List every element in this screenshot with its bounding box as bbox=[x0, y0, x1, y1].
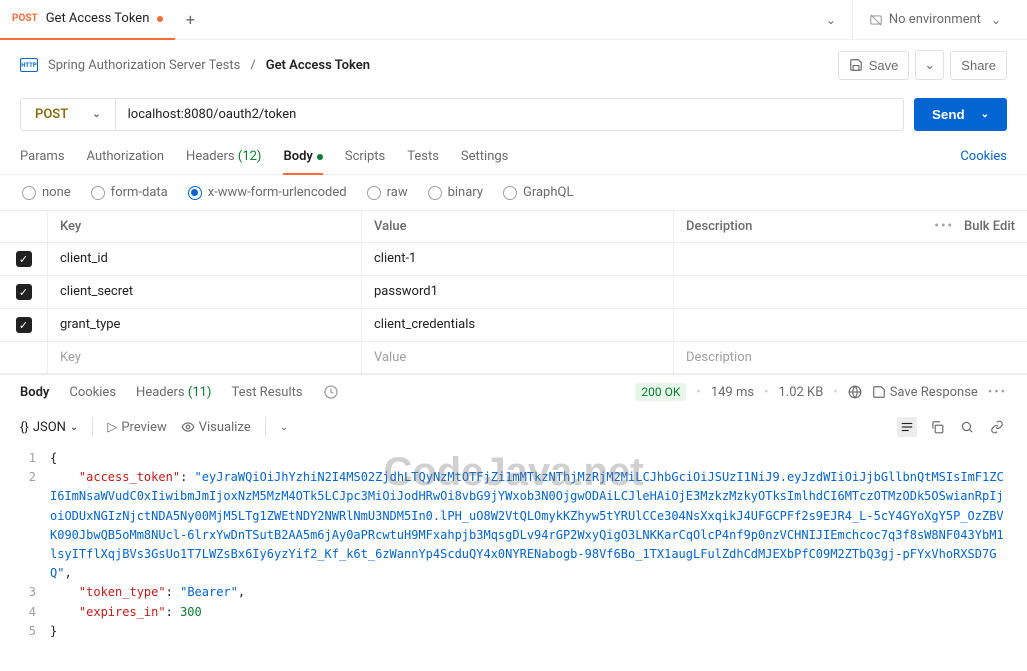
tab-settings[interactable]: Settings bbox=[461, 139, 508, 174]
unsaved-dot-icon bbox=[157, 16, 163, 22]
preview-button[interactable]: ▷Preview bbox=[107, 420, 166, 435]
description-input[interactable] bbox=[674, 276, 1027, 308]
body-type-selector: none form-data x-www-form-urlencoded raw… bbox=[0, 175, 1027, 210]
table-row: ✓ client_id client-1 bbox=[0, 243, 1027, 276]
table-header-row: Key Value Description •••Bulk Edit bbox=[0, 211, 1027, 243]
search-icon[interactable] bbox=[957, 417, 977, 437]
request-url-row: POST ⌄ localhost:8080/oauth2/token Send … bbox=[0, 90, 1027, 139]
key-input[interactable]: client_secret bbox=[48, 276, 362, 308]
method-label: POST bbox=[35, 107, 68, 122]
breadcrumb-collection[interactable]: Spring Authorization Server Tests bbox=[48, 58, 240, 73]
response-meta: 200 OK • 149 ms • 1.02 KB • Save Respons… bbox=[635, 383, 1007, 401]
body-type-form-data[interactable]: form-data bbox=[91, 185, 168, 200]
copy-icon[interactable] bbox=[927, 417, 947, 437]
link-icon[interactable] bbox=[987, 417, 1007, 437]
row-checkbox[interactable]: ✓ bbox=[16, 284, 32, 300]
body-type-raw[interactable]: raw bbox=[367, 185, 408, 200]
body-type-graphql[interactable]: GraphQL bbox=[503, 185, 573, 200]
tab-title: Get Access Token bbox=[46, 11, 150, 26]
environment-label: No environment bbox=[889, 12, 981, 27]
body-type-binary[interactable]: binary bbox=[428, 185, 483, 200]
tab-body[interactable]: Body bbox=[283, 139, 322, 174]
network-icon[interactable] bbox=[848, 385, 862, 399]
request-tabs: Params Authorization Headers (12) Body S… bbox=[0, 139, 1027, 175]
response-body[interactable]: 1{ 2 "access_token": "eyJraWQiOiJhYzhiN2… bbox=[0, 445, 1027, 651]
description-input[interactable] bbox=[674, 243, 1027, 275]
form-data-table: Key Value Description ••• Bulk Edit ✓ cli… bbox=[0, 210, 1027, 374]
cookies-link[interactable]: Cookies bbox=[960, 139, 1007, 174]
status-badge: 200 OK bbox=[635, 383, 686, 401]
http-icon: HTTP bbox=[20, 58, 38, 72]
method-chevron-icon: ⌄ bbox=[92, 109, 100, 120]
response-time: 149 ms bbox=[711, 385, 754, 400]
body-type-urlencoded[interactable]: x-www-form-urlencoded bbox=[188, 185, 347, 200]
env-chevron-icon: ⌄ bbox=[987, 9, 1005, 31]
value-input[interactable]: Value bbox=[362, 342, 674, 373]
table-row: ✓ grant_type client_credentials bbox=[0, 309, 1027, 342]
value-input[interactable]: client_credentials bbox=[362, 309, 674, 341]
resp-tab-headers[interactable]: Headers (11) bbox=[136, 385, 211, 400]
breadcrumb-request: Get Access Token bbox=[266, 58, 370, 73]
resp-tab-cookies[interactable]: Cookies bbox=[69, 385, 116, 400]
col-key: Key bbox=[48, 211, 362, 242]
row-checkbox[interactable]: ✓ bbox=[16, 317, 32, 333]
table-row-empty: Key Value Description bbox=[0, 342, 1027, 374]
tab-params[interactable]: Params bbox=[20, 139, 65, 174]
visualize-button[interactable]: Visualize bbox=[181, 420, 251, 435]
response-tabs: Body Cookies Headers (11) Test Results 2… bbox=[0, 374, 1027, 409]
more-icon[interactable]: ••• bbox=[934, 219, 954, 234]
save-response-icon bbox=[872, 385, 886, 399]
col-description: Description •••Bulk Edit bbox=[674, 211, 1027, 242]
save-response-button[interactable]: Save Response bbox=[872, 385, 978, 400]
share-button[interactable]: Share bbox=[950, 51, 1007, 80]
resp-tab-body[interactable]: Body bbox=[20, 385, 49, 400]
breadcrumb-row: HTTP Spring Authorization Server Tests /… bbox=[0, 40, 1027, 90]
resp-tab-test-results[interactable]: Test Results bbox=[231, 385, 302, 400]
tab-scripts[interactable]: Scripts bbox=[345, 139, 385, 174]
new-tab-button[interactable]: + bbox=[175, 10, 205, 29]
send-button[interactable]: Send ⌄ bbox=[914, 98, 1007, 131]
bulk-edit-link[interactable]: Bulk Edit bbox=[964, 219, 1015, 234]
no-env-icon bbox=[869, 13, 883, 27]
table-row: ✓ client_secret password1 bbox=[0, 276, 1027, 309]
key-input[interactable]: grant_type bbox=[48, 309, 362, 341]
response-size: 1.02 KB bbox=[778, 385, 823, 400]
send-chevron-icon: ⌄ bbox=[981, 109, 989, 120]
body-type-none[interactable]: none bbox=[22, 185, 71, 200]
request-tab[interactable]: POST Get Access Token bbox=[0, 0, 175, 40]
history-icon[interactable] bbox=[323, 384, 339, 400]
description-input[interactable] bbox=[674, 309, 1027, 341]
wrap-lines-icon[interactable] bbox=[897, 417, 917, 437]
save-button[interactable]: Save bbox=[838, 51, 910, 80]
key-input[interactable]: Key bbox=[48, 342, 362, 373]
value-input[interactable]: password1 bbox=[362, 276, 674, 308]
more-actions-icon[interactable]: ••• bbox=[988, 385, 1007, 400]
tab-bar: POST Get Access Token + ⌄ No environment… bbox=[0, 0, 1027, 40]
description-input[interactable]: Description bbox=[674, 342, 1027, 373]
save-options-button[interactable]: ⌄ bbox=[915, 50, 944, 80]
tab-method-badge: POST bbox=[12, 13, 38, 24]
tab-overflow-chevron-icon[interactable]: ⌄ bbox=[822, 9, 840, 31]
value-input[interactable]: client-1 bbox=[362, 243, 674, 275]
breadcrumb-separator: / bbox=[250, 58, 255, 73]
tab-authorization[interactable]: Authorization bbox=[87, 139, 165, 174]
method-selector[interactable]: POST ⌄ bbox=[20, 98, 116, 131]
format-selector[interactable]: {} JSON ⌄ bbox=[20, 420, 78, 435]
url-input[interactable]: localhost:8080/oauth2/token bbox=[116, 98, 904, 131]
environment-selector[interactable]: No environment ⌄ bbox=[852, 0, 1015, 40]
save-icon bbox=[849, 58, 863, 72]
toolbar-chevron-icon[interactable]: ⌄ bbox=[280, 422, 288, 433]
visualize-icon bbox=[181, 420, 195, 434]
body-active-dot-icon bbox=[317, 154, 323, 160]
col-value: Value bbox=[362, 211, 674, 242]
response-toolbar: {} JSON ⌄ ▷Preview Visualize ⌄ bbox=[0, 409, 1027, 445]
row-checkbox[interactable]: ✓ bbox=[16, 251, 32, 267]
key-input[interactable]: client_id bbox=[48, 243, 362, 275]
tab-tests[interactable]: Tests bbox=[407, 139, 439, 174]
tab-headers[interactable]: Headers (12) bbox=[186, 139, 261, 174]
